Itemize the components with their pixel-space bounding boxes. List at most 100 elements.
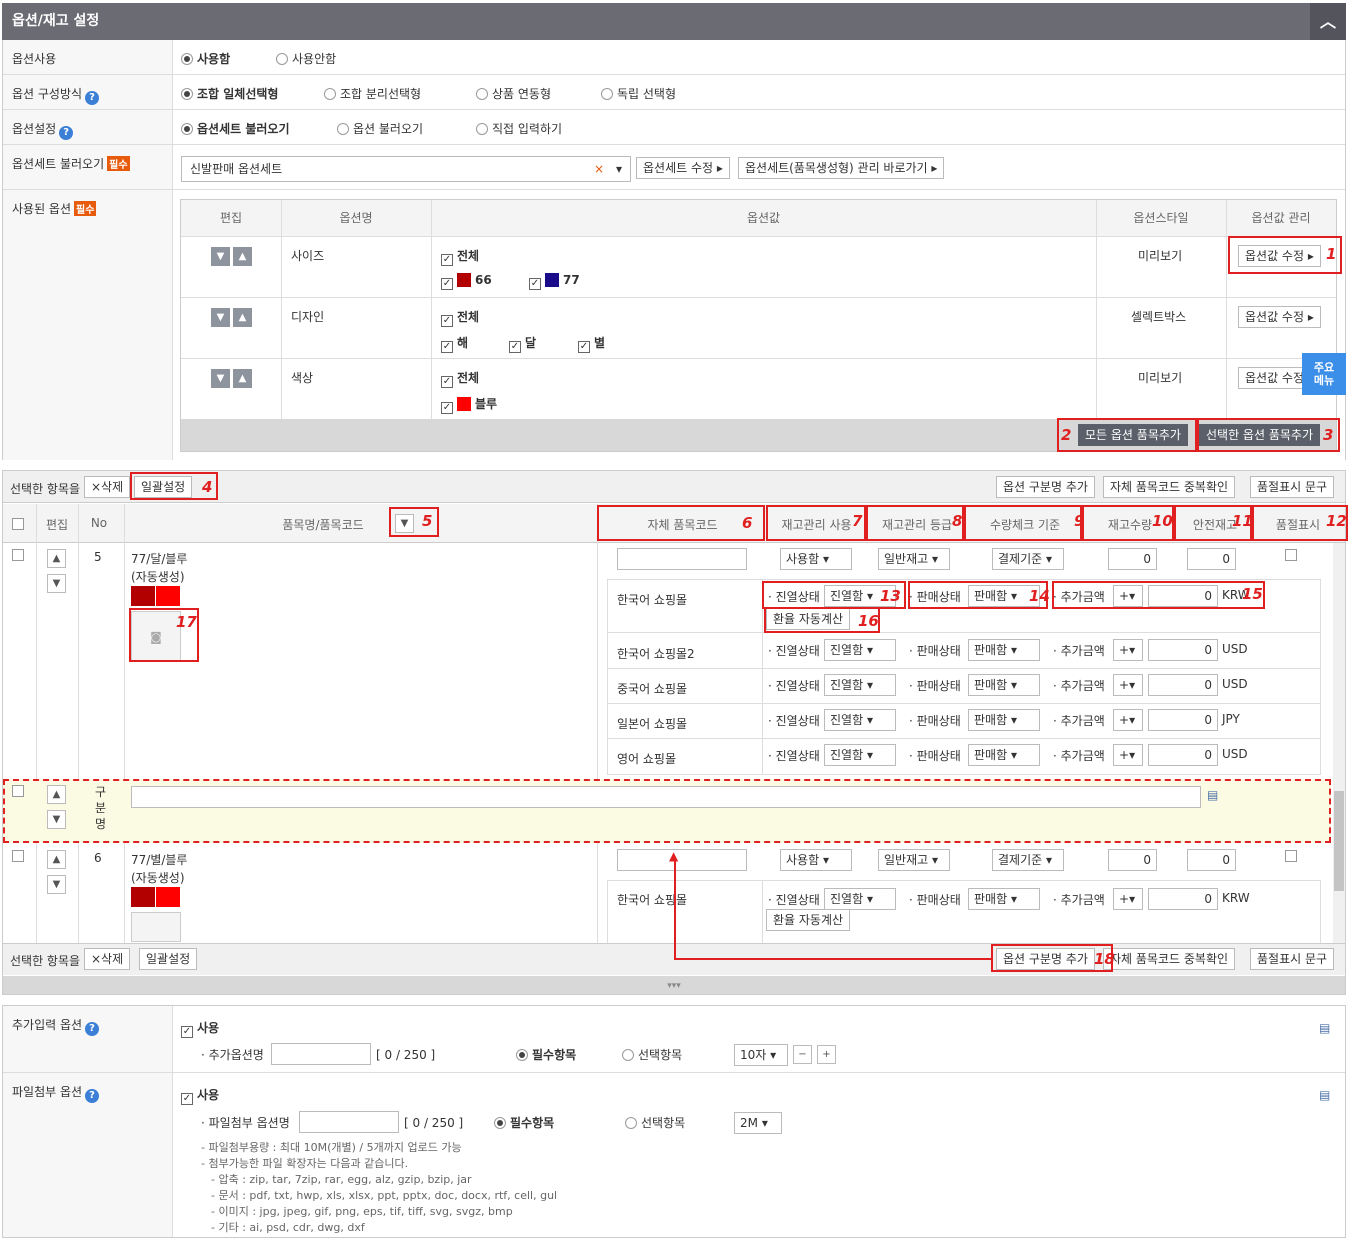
camera-icon[interactable] — [131, 912, 181, 942]
value-77[interactable]: ✓ 77 — [529, 273, 580, 290]
radio-use-off[interactable]: 사용안함 — [276, 50, 336, 67]
radio-setting-1[interactable]: 옵션세트 불러오기 — [181, 120, 290, 137]
sale-status-select[interactable]: 판매함 ▾ — [968, 888, 1040, 910]
manage-optionset-button[interactable]: 옵션세트(품목생성형) 관리 바로가기 ▸ — [738, 157, 945, 179]
extra-use-checkbox[interactable]: ✓ 사용 — [181, 1019, 219, 1038]
sale-status-select[interactable]: 판매함 ▾ — [968, 639, 1040, 661]
value-star[interactable]: ✓ 별 — [578, 334, 605, 353]
sale-status-select[interactable]: 판매함 ▾ — [968, 744, 1040, 766]
safety-stock-input[interactable]: 0 — [1187, 548, 1236, 570]
file-name-input[interactable] — [299, 1111, 399, 1133]
radio-setting-3[interactable]: 직접 입력하기 — [476, 120, 562, 137]
radio-compose-1[interactable]: 조합 일체선택형 — [181, 85, 278, 102]
item-code-input[interactable] — [617, 548, 747, 570]
save-icon[interactable]: ▤ — [1207, 788, 1218, 802]
value-all-check[interactable]: ✓ 전체 — [441, 308, 479, 327]
soldout-checkbox[interactable] — [1285, 549, 1297, 561]
stock-qty-input[interactable]: 0 — [1108, 849, 1157, 871]
sign-select[interactable]: +▾ — [1113, 888, 1143, 910]
value-all-check[interactable]: ✓ 전체 — [441, 369, 479, 388]
save-icon[interactable]: ▤ — [1319, 1021, 1330, 1035]
reorder-buttons[interactable]: ▼ ▲ — [211, 247, 255, 266]
stock-use-select[interactable]: 사용함 ▾ — [780, 849, 852, 871]
item-checkbox[interactable] — [12, 850, 24, 862]
sale-status-select[interactable]: 판매함 ▾ — [968, 709, 1040, 731]
display-status-select[interactable]: 진열함 ▾ — [824, 744, 896, 766]
edit-values-button[interactable]: 옵션값 수정 ▸ — [1238, 306, 1321, 328]
amount-input[interactable]: 0 — [1148, 709, 1218, 731]
scrollbar-thumb[interactable] — [1334, 791, 1344, 891]
soldout-text-button[interactable]: 품절표시 문구 — [1250, 948, 1335, 970]
extra-required-radio[interactable]: 필수항목 — [516, 1046, 576, 1063]
sign-select[interactable]: +▾ — [1113, 744, 1143, 766]
display-status-select[interactable]: 진열함 ▾ — [824, 888, 896, 910]
sign-select[interactable]: +▾ — [1113, 639, 1143, 661]
value-blue[interactable]: ✓ 블루 — [441, 395, 497, 414]
value-moon[interactable]: ✓ 달 — [509, 334, 536, 353]
add-divider-button[interactable]: 옵션 구분명 추가 — [996, 476, 1095, 498]
file-use-checkbox[interactable]: ✓ 사용 — [181, 1086, 219, 1105]
stock-grade-select[interactable]: 일반재고 ▾ — [878, 849, 950, 871]
value-66[interactable]: ✓ 66 — [441, 273, 492, 290]
resize-handle[interactable]: ▾▾▾ — [3, 976, 1345, 994]
edit-optionset-button[interactable]: 옵션세트 수정 ▸ — [636, 157, 730, 179]
move-down-button[interactable]: ▼ — [47, 574, 66, 593]
value-sun[interactable]: ✓ 해 — [441, 334, 468, 353]
optionset-select[interactable]: 신발판매 옵션세트 × ▾ — [181, 156, 631, 182]
reorder-buttons[interactable]: ▼ ▲ — [211, 308, 255, 327]
radio-use-on[interactable]: 사용함 — [181, 50, 230, 67]
sale-status-select[interactable]: 판매함 ▾ — [968, 674, 1040, 696]
safety-stock-input[interactable]: 0 — [1187, 849, 1236, 871]
display-status-select[interactable]: 진열함 ▾ — [824, 639, 896, 661]
sign-select[interactable]: +▾ — [1113, 674, 1143, 696]
value-all-check[interactable]: ✓ 전체 — [441, 247, 479, 266]
stock-qty-input[interactable]: 0 — [1108, 548, 1157, 570]
batch-setting-button[interactable]: 일괄설정 — [139, 948, 198, 970]
extra-optional-radio[interactable]: 선택항목 — [622, 1046, 682, 1063]
plus-button[interactable]: + — [817, 1045, 836, 1064]
help-icon[interactable]: ? — [85, 91, 100, 105]
help-icon[interactable]: ? — [85, 1022, 100, 1036]
main-menu-float-button[interactable]: 주요 메뉴 — [1302, 353, 1346, 395]
select-all-checkbox[interactable] — [12, 518, 24, 530]
file-required-radio[interactable]: 필수항목 — [494, 1114, 554, 1131]
display-status-select[interactable]: 진열함 ▾ — [824, 709, 896, 731]
extra-size-select[interactable]: 10자 ▾ — [734, 1044, 788, 1066]
help-icon[interactable]: ? — [59, 126, 74, 140]
amount-input[interactable]: 0 — [1148, 639, 1218, 661]
minus-button[interactable]: − — [793, 1045, 812, 1064]
stock-use-select[interactable]: 사용함 ▾ — [780, 548, 852, 570]
collapse-toggle[interactable]: ︿ — [1310, 3, 1346, 40]
qty-check-select[interactable]: 결제기준 ▾ — [992, 548, 1064, 570]
dup-check-button[interactable]: 자체 품목코드 중복확인 — [1103, 948, 1236, 970]
soldout-checkbox[interactable] — [1285, 850, 1297, 862]
edit-values-button[interactable]: 옵션값 수정 — [1238, 367, 1303, 389]
item-code-input[interactable] — [617, 849, 747, 871]
move-down-button[interactable]: ▼ — [47, 810, 66, 829]
item-checkbox[interactable] — [12, 549, 24, 561]
divider-checkbox[interactable] — [12, 785, 24, 797]
stock-grade-select[interactable]: 일반재고 ▾ — [878, 548, 950, 570]
amount-input[interactable]: 0 — [1148, 674, 1218, 696]
help-icon[interactable]: ? — [85, 1089, 100, 1103]
amount-input[interactable]: 0 — [1148, 888, 1218, 910]
radio-compose-4[interactable]: 독립 선택형 — [601, 85, 676, 102]
display-status-select[interactable]: 진열함 ▾ — [824, 674, 896, 696]
fx-auto-button[interactable]: 환율 자동계산 — [766, 909, 851, 931]
move-up-button[interactable]: ▲ — [47, 785, 66, 804]
move-up-button[interactable]: ▲ — [47, 850, 66, 869]
delete-button[interactable]: ×삭제 — [84, 948, 131, 970]
soldout-text-button[interactable]: 품절표시 문구 — [1250, 476, 1335, 498]
move-up-button[interactable]: ▲ — [47, 549, 66, 568]
move-down-button[interactable]: ▼ — [47, 875, 66, 894]
amount-input[interactable]: 0 — [1148, 744, 1218, 766]
divider-input[interactable] — [131, 786, 1201, 808]
radio-setting-2[interactable]: 옵션 불러오기 — [337, 120, 423, 137]
delete-button[interactable]: ×삭제 — [84, 476, 131, 498]
file-optional-radio[interactable]: 선택항목 — [625, 1114, 685, 1131]
radio-compose-2[interactable]: 조합 분리선택형 — [324, 85, 421, 102]
qty-check-select[interactable]: 결제기준 ▾ — [992, 849, 1064, 871]
save-icon[interactable]: ▤ — [1319, 1088, 1330, 1102]
radio-compose-3[interactable]: 상품 연동형 — [476, 85, 551, 102]
file-size-select[interactable]: 2M ▾ — [734, 1112, 782, 1134]
